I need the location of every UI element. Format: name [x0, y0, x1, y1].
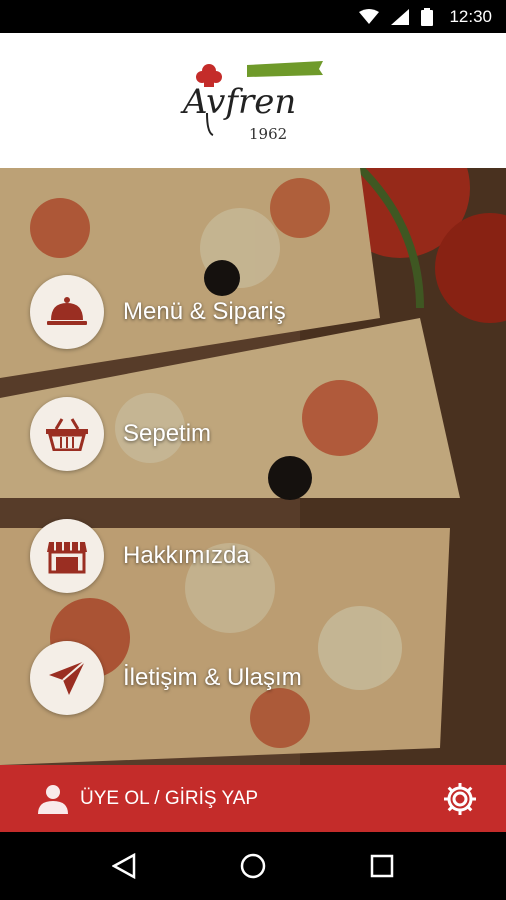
menu-contact-label: İletişim & Ulaşım	[123, 664, 302, 691]
signal-icon	[391, 8, 410, 25]
menu-about-label: Hakkımızda	[123, 542, 250, 569]
menu-item-order[interactable]: Menü & Sipariş	[30, 275, 286, 349]
home-icon	[240, 853, 266, 879]
svg-text:Avfren: Avfren	[180, 82, 296, 122]
recents-button[interactable]	[362, 846, 402, 886]
settings-button[interactable]	[442, 781, 478, 817]
recents-icon	[370, 854, 393, 878]
basket-icon	[46, 418, 88, 451]
login-button[interactable]: ÜYE OL / GİRİŞ YAP	[38, 784, 258, 814]
paper-plane-icon	[49, 661, 85, 695]
status-bar: 12:30	[0, 0, 506, 33]
back-icon	[112, 853, 136, 879]
login-label: ÜYE OL / GİRİŞ YAP	[80, 787, 259, 809]
account-bar: ÜYE OL / GİRİŞ YAP	[0, 765, 506, 832]
battery-icon	[421, 7, 434, 26]
app-header: Avfren 1962	[0, 33, 506, 168]
menu-order-label: Menü & Sipariş	[123, 298, 286, 325]
svg-text:1962: 1962	[249, 125, 287, 143]
hero-background: Menü & Sipariş Sepetim Hakkımızda İletiş…	[0, 168, 506, 765]
menu-item-contact[interactable]: İletişim & Ulaşım	[30, 641, 302, 715]
menu-about-circle	[30, 519, 104, 593]
user-icon	[38, 784, 68, 814]
brand-logo: Avfren 1962	[173, 51, 333, 151]
menu-contact-circle	[30, 641, 104, 715]
back-button[interactable]	[104, 846, 144, 886]
home-button[interactable]	[233, 846, 273, 886]
menu-cart-label: Sepetim	[123, 420, 212, 447]
status-time: 12:30	[449, 6, 492, 26]
store-icon	[47, 542, 87, 574]
menu-item-about[interactable]: Hakkımızda	[30, 519, 250, 593]
wifi-icon	[359, 8, 380, 24]
cloche-icon	[47, 297, 87, 325]
brand-year: 1962	[249, 125, 287, 143]
gear-icon	[444, 783, 476, 815]
menu-cart-circle	[30, 397, 104, 471]
menu-item-cart[interactable]: Sepetim	[30, 397, 211, 471]
system-nav-bar	[0, 832, 506, 900]
menu-order-circle	[30, 275, 104, 349]
brand-wordmark: Avfren	[180, 82, 296, 122]
